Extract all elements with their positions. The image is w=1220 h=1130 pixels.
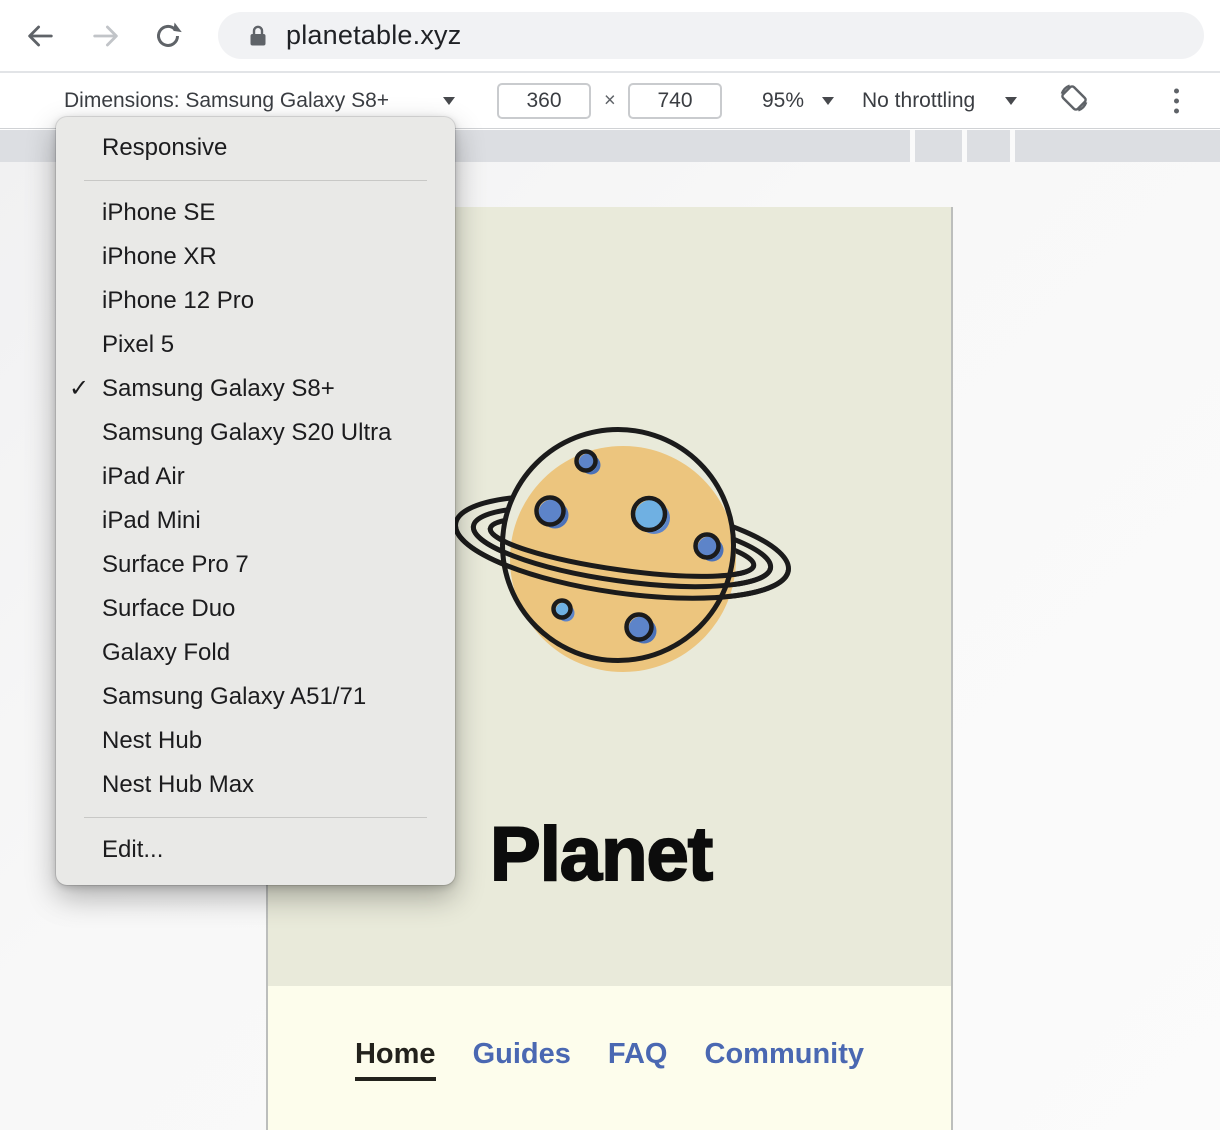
dimensions-separator: × <box>604 89 616 112</box>
chevron-down-icon[interactable] <box>443 97 455 105</box>
planet-illustration <box>442 410 802 710</box>
menu-item-label: Samsung Galaxy S8+ <box>102 375 335 402</box>
nav-link-home[interactable]: Home <box>355 1038 436 1081</box>
url-text[interactable]: planetable.xyz <box>286 20 461 51</box>
menu-divider <box>84 180 427 181</box>
media-query-segment[interactable] <box>915 130 962 162</box>
rotate-icon <box>1056 80 1092 116</box>
forward-arrow-icon <box>90 19 122 53</box>
kebab-icon <box>1174 88 1179 113</box>
zoom-select[interactable]: 95% <box>762 89 804 113</box>
menu-item-nest-hub[interactable]: Nest Hub <box>56 719 455 763</box>
nav-link-faq[interactable]: FAQ <box>608 1038 668 1081</box>
throttling-select[interactable]: No throttling <box>862 89 975 113</box>
chevron-down-icon[interactable] <box>1005 97 1017 105</box>
screen: planetable.xyz Dimensions: Samsung Galax… <box>0 0 1220 1130</box>
reload-icon <box>152 18 184 54</box>
menu-item-surface-pro-7[interactable]: Surface Pro 7 <box>56 543 455 587</box>
nav-link-community[interactable]: Community <box>705 1038 865 1081</box>
height-input[interactable] <box>628 83 722 119</box>
back-button[interactable] <box>24 20 56 52</box>
lock-icon[interactable] <box>246 23 270 49</box>
menu-item-surface-duo[interactable]: Surface Duo <box>56 587 455 631</box>
menu-item-iphone-12-pro[interactable]: iPhone 12 Pro <box>56 279 455 323</box>
nav-link-guides[interactable]: Guides <box>473 1038 571 1081</box>
menu-item-pixel-5[interactable]: Pixel 5 <box>56 323 455 367</box>
more-options-button[interactable] <box>1174 88 1179 113</box>
menu-item-galaxy-fold[interactable]: Galaxy Fold <box>56 631 455 675</box>
rotate-viewport-button[interactable] <box>1056 80 1092 122</box>
menu-item-nest-hub-max[interactable]: Nest Hub Max <box>56 763 455 807</box>
dimensions-dropdown[interactable]: Dimensions: Samsung Galaxy S8+ <box>64 89 389 113</box>
media-query-segment[interactable] <box>967 130 1010 162</box>
menu-item-samsung-galaxy-s8[interactable]: ✓ Samsung Galaxy S8+ <box>56 367 455 411</box>
menu-item-iphone-xr[interactable]: iPhone XR <box>56 235 455 279</box>
browser-toolbar: planetable.xyz <box>0 0 1220 71</box>
menu-item-ipad-mini[interactable]: iPad Mini <box>56 499 455 543</box>
page-title: Planet <box>490 817 712 893</box>
back-arrow-icon <box>24 19 56 53</box>
menu-item-samsung-galaxy-s20-ultra[interactable]: Samsung Galaxy S20 Ultra <box>56 411 455 455</box>
site-nav: Home Guides FAQ Community <box>268 1038 951 1081</box>
menu-item-samsung-galaxy-a51-71[interactable]: Samsung Galaxy A51/71 <box>56 675 455 719</box>
menu-item-iphone-se[interactable]: iPhone SE <box>56 191 455 235</box>
menu-item-ipad-air[interactable]: iPad Air <box>56 455 455 499</box>
menu-divider <box>84 817 427 818</box>
site-nav-section: Home Guides FAQ Community <box>268 986 951 1130</box>
reload-button[interactable] <box>152 20 184 52</box>
menu-item-responsive[interactable]: Responsive <box>56 126 455 170</box>
media-query-segment[interactable] <box>1015 130 1220 162</box>
device-list-menu: Responsive iPhone SE iPhone XR iPhone 12… <box>56 117 455 885</box>
planet-body <box>510 446 736 672</box>
address-bar[interactable]: planetable.xyz <box>218 12 1204 59</box>
checkmark-icon: ✓ <box>69 367 89 411</box>
chevron-down-icon[interactable] <box>822 97 834 105</box>
menu-item-edit[interactable]: Edit... <box>56 828 455 872</box>
forward-button[interactable] <box>90 20 122 52</box>
width-input[interactable] <box>497 83 591 119</box>
